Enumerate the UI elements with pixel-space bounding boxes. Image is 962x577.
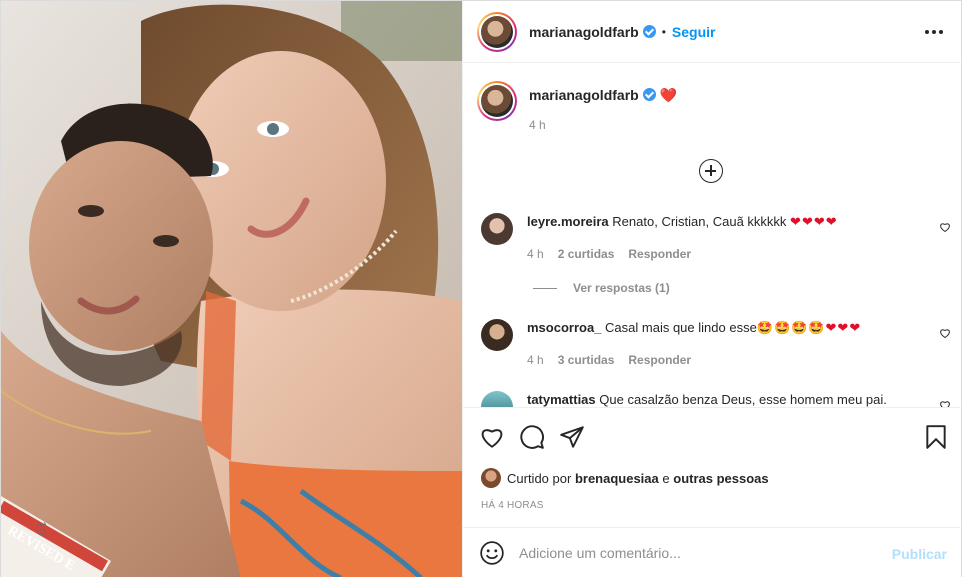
reply-button[interactable]: Responder	[628, 351, 691, 369]
post-photo[interactable]: 10 REVISED E	[1, 1, 462, 577]
comment-avatar[interactable]	[481, 391, 513, 407]
publish-button[interactable]: Publicar	[892, 546, 947, 562]
comment-like-heart-icon[interactable]	[939, 399, 951, 407]
add-comment-bar: Publicar	[463, 527, 962, 577]
comment-like-heart-icon[interactable]	[939, 221, 951, 233]
comment-username[interactable]: msocorroa_	[527, 320, 601, 335]
comment-item: leyre.moreira Renato, Cristian, Cauã kkk…	[481, 213, 951, 263]
post-caption: marianagoldfarb ❤️ 4 h	[477, 81, 677, 132]
more-options-icon[interactable]	[925, 23, 943, 41]
comment-avatar[interactable]	[481, 319, 513, 351]
save-bookmark-icon[interactable]	[923, 424, 949, 450]
reply-button[interactable]: Responder	[628, 245, 691, 263]
comments-list[interactable]: marianagoldfarb ❤️ 4 h leyre.moreira Rena…	[463, 63, 962, 407]
view-replies-label[interactable]: Ver respostas (1)	[573, 281, 670, 295]
like-heart-icon[interactable]	[479, 424, 505, 450]
verified-badge-icon	[642, 88, 656, 101]
comment-bubble-icon[interactable]	[519, 424, 545, 450]
comment-emoji: 🤩🤩🤩🤩❤❤❤	[756, 320, 862, 335]
caption-avatar[interactable]	[477, 81, 517, 121]
comment-text: Renato, Cristian, Cauã kkkkkk	[612, 214, 787, 229]
comment-time[interactable]: 4 h	[527, 245, 544, 263]
liked-by-prefix: Curtido por	[507, 470, 572, 486]
verified-badge-icon	[642, 25, 656, 38]
comment-like-heart-icon[interactable]	[939, 327, 951, 339]
post-actions: Curtido por brenaquesiaa e outras pessoa…	[463, 407, 962, 527]
author-avatar[interactable]	[477, 11, 517, 52]
comment-likes[interactable]: 2 curtidas	[558, 245, 615, 263]
comment-text: Que casalzão benza Deus, esse homem meu …	[599, 392, 887, 407]
comment-likes[interactable]: 3 curtidas	[558, 351, 615, 369]
liked-by: Curtido por brenaquesiaa e outras pessoa…	[481, 468, 769, 488]
post-timestamp[interactable]: HÁ 4 HORAS	[481, 500, 544, 511]
emoji-smiley-icon[interactable]	[479, 540, 505, 566]
liked-by-user[interactable]: brenaquesiaa	[575, 471, 659, 486]
follow-button[interactable]: Seguir	[672, 24, 716, 40]
load-more-comments-icon[interactable]	[699, 159, 723, 183]
liked-by-others[interactable]: outras pessoas	[673, 471, 768, 486]
comment-username[interactable]: tatymattias	[527, 392, 596, 407]
date-stamp: 10	[34, 521, 49, 535]
comment-emoji: ❤❤❤❤	[790, 214, 838, 229]
comment-item: tatymattias Que casalzão benza Deus, ess…	[481, 391, 951, 407]
comment-text: Casal mais que lindo esse	[605, 320, 757, 335]
author-username[interactable]: marianagoldfarb	[529, 24, 639, 40]
separator-dot: •	[661, 24, 666, 39]
comment-avatar[interactable]	[481, 213, 513, 245]
replies-divider	[533, 287, 557, 289]
comment-username[interactable]: leyre.moreira	[527, 214, 609, 229]
couple-selfie-illustration: 10 REVISED E	[1, 1, 462, 577]
view-replies-link[interactable]: Ver respostas (1)	[533, 281, 670, 295]
liked-by-conjunction: e	[662, 470, 670, 486]
share-paper-plane-icon[interactable]	[559, 424, 585, 450]
caption-username[interactable]: marianagoldfarb	[529, 87, 639, 103]
post-side-panel: marianagoldfarb • Seguir marianagoldfarb…	[462, 1, 962, 577]
add-comment-input[interactable]	[519, 545, 879, 561]
comment-item: msocorroa_ Casal mais que lindo esse🤩🤩🤩🤩…	[481, 319, 951, 369]
comment-time[interactable]: 4 h	[527, 351, 544, 369]
post-header: marianagoldfarb • Seguir	[463, 1, 962, 63]
caption-text: ❤️	[659, 87, 678, 103]
caption-time[interactable]: 4 h	[529, 118, 677, 132]
instagram-post-modal: 10 REVISED E marianagoldfarb • Seguir ma…	[0, 0, 962, 577]
liker-avatar[interactable]	[481, 468, 501, 488]
